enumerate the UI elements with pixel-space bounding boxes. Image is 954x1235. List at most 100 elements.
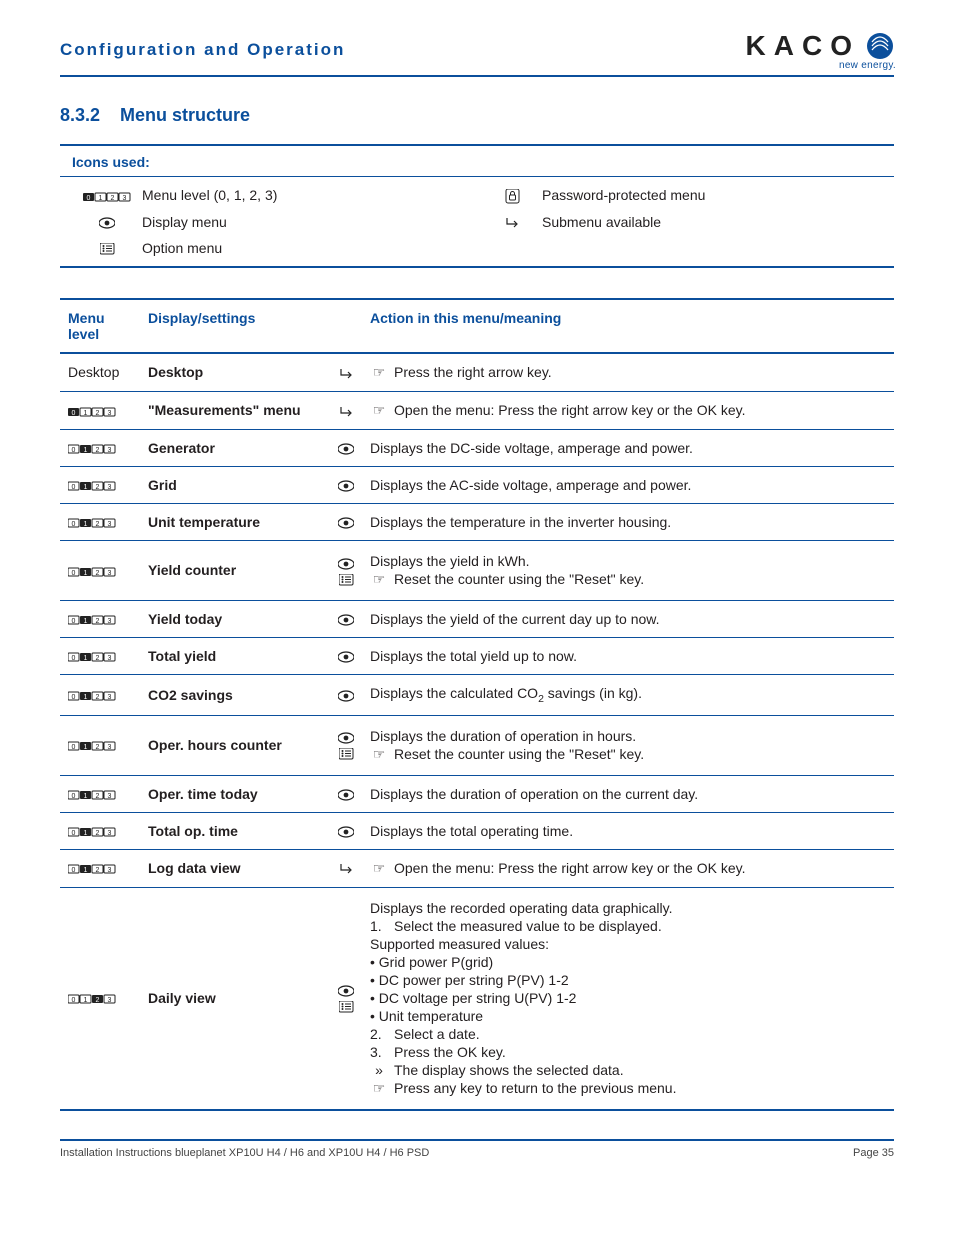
action-text: Select the measured value to be displaye…	[394, 918, 662, 934]
action-text: DC power per string P(PV) 1-2	[370, 972, 886, 988]
table-row: Yield counter Displays the yield in kWh.…	[60, 540, 894, 600]
table-row: Oper. time today Displays the duration o…	[60, 775, 894, 812]
menu-level-icon	[72, 187, 142, 203]
action-text: Displays the duration of operation in ho…	[370, 728, 886, 744]
action-text: DC voltage per string U(PV) 1-2	[370, 990, 886, 1006]
menu-level-icon	[60, 391, 140, 429]
action-text: Select a date.	[394, 1026, 480, 1042]
icons-grid: Menu level (0, 1, 2, 3) Password-protect…	[60, 177, 894, 260]
action-text: Grid power P(grid)	[370, 954, 886, 970]
eye-icon	[330, 775, 362, 812]
cell-action: Displays the duration of operation in ho…	[362, 715, 894, 775]
submenu-icon	[330, 353, 362, 392]
menu-level-icon	[60, 637, 140, 674]
table-row: Desktop Desktop ☞Press the right arrow k…	[60, 353, 894, 392]
eye-icon	[330, 466, 362, 503]
cell-action: Displays the calculated CO2 savings (in …	[362, 674, 894, 715]
cell-name: Daily view	[140, 887, 330, 1110]
cell-name: Yield today	[140, 600, 330, 637]
page-header: Configuration and Operation KACO new ene…	[60, 30, 894, 77]
cell-name: Generator	[140, 429, 330, 466]
menu-structure-table: Menu level Display/settings Action in th…	[60, 298, 894, 1111]
table-header-row: Menu level Display/settings Action in th…	[60, 299, 894, 353]
table-row: Total yield Displays the total yield up …	[60, 637, 894, 674]
submenu-icon	[330, 849, 362, 887]
cell-action: Displays the yield of the current day up…	[362, 600, 894, 637]
menu-level-icon	[60, 674, 140, 715]
footer-right: Page 35	[853, 1147, 894, 1159]
table-row: Oper. hours counter Displays the duratio…	[60, 715, 894, 775]
menu-level-icon	[60, 466, 140, 503]
icon-label-display: Display menu	[142, 214, 482, 230]
table-row: Generator Displays the DC-side voltage, …	[60, 429, 894, 466]
option-icon	[72, 240, 142, 256]
th-display: Display/settings	[140, 299, 330, 353]
eye-icon	[338, 732, 354, 744]
action-text: Press the OK key.	[394, 1044, 506, 1060]
submenu-icon	[482, 214, 542, 230]
menu-level-icon	[60, 503, 140, 540]
action-text: Displays the yield in kWh.	[370, 553, 886, 569]
action-text: Open the menu: Press the right arrow key…	[394, 860, 745, 876]
section-title: Menu structure	[120, 105, 250, 126]
eye-icon	[330, 674, 362, 715]
cell-name: Desktop	[140, 353, 330, 392]
eye-icon	[72, 214, 142, 230]
eye-icon	[330, 600, 362, 637]
table-row: Unit temperature Displays the temperatur…	[60, 503, 894, 540]
menu-level-icon	[60, 600, 140, 637]
th-menu-level: Menu level	[60, 299, 140, 353]
cell-level: Desktop	[60, 353, 140, 392]
action-text: Displays the recorded operating data gra…	[370, 900, 886, 916]
cell-icons	[330, 715, 362, 775]
menu-level-icon	[60, 540, 140, 600]
cell-action: Displays the recorded operating data gra…	[362, 887, 894, 1110]
action-text: Reset the counter using the "Reset" key.	[394, 746, 644, 762]
cell-name: Grid	[140, 466, 330, 503]
cell-action: Displays the total operating time.	[362, 812, 894, 849]
table-row: CO2 savings Displays the calculated CO2 …	[60, 674, 894, 715]
icons-used-block: Icons used: Menu level (0, 1, 2, 3) Pass…	[60, 144, 894, 268]
cell-name: "Measurements" menu	[140, 391, 330, 429]
brand-text: KACO	[746, 30, 860, 62]
cell-name: CO2 savings	[140, 674, 330, 715]
table-row: Log data view ☞Open the menu: Press the …	[60, 849, 894, 887]
action-text: The display shows the selected data.	[394, 1062, 624, 1078]
cell-action: Displays the temperature in the inverter…	[362, 503, 894, 540]
cell-icons	[330, 540, 362, 600]
action-text: Displays the calculated CO	[370, 685, 538, 701]
action-text: savings (in kg).	[544, 685, 642, 701]
cell-name: Total yield	[140, 637, 330, 674]
eye-icon	[330, 503, 362, 540]
th-icons	[330, 299, 362, 353]
option-icon	[339, 574, 354, 586]
menu-level-icon	[60, 849, 140, 887]
menu-level-icon	[60, 715, 140, 775]
menu-level-icon	[60, 887, 140, 1110]
eye-icon	[338, 985, 354, 997]
cell-name: Oper. hours counter	[140, 715, 330, 775]
brand-name: KACO	[746, 30, 894, 62]
cell-action: Displays the AC-side voltage, amperage a…	[362, 466, 894, 503]
menu-level-icon	[60, 429, 140, 466]
header-title: Configuration and Operation	[60, 30, 345, 60]
cell-icons	[330, 887, 362, 1110]
submenu-icon	[330, 391, 362, 429]
th-action: Action in this menu/meaning	[362, 299, 894, 353]
footer-left: Installation Instructions blueplanet XP1…	[60, 1147, 429, 1159]
table-row: Grid Displays the AC-side voltage, amper…	[60, 466, 894, 503]
icons-used-title: Icons used:	[60, 150, 894, 177]
eye-icon	[338, 558, 354, 570]
eye-icon	[330, 812, 362, 849]
action-text: Press the right arrow key.	[394, 364, 552, 380]
brand-block: KACO new energy.	[746, 30, 894, 71]
cell-action: Displays the DC-side voltage, amperage a…	[362, 429, 894, 466]
table-row: Yield today Displays the yield of the cu…	[60, 600, 894, 637]
cell-action: Displays the total yield up to now.	[362, 637, 894, 674]
table-row: Daily view Displays the recorded operati…	[60, 887, 894, 1110]
section-number: 8.3.2	[60, 105, 100, 126]
action-text: Reset the counter using the "Reset" key.	[394, 571, 644, 587]
action-text: Open the menu: Press the right arrow key…	[394, 402, 745, 418]
menu-level-icon	[60, 775, 140, 812]
option-icon	[339, 1001, 354, 1013]
